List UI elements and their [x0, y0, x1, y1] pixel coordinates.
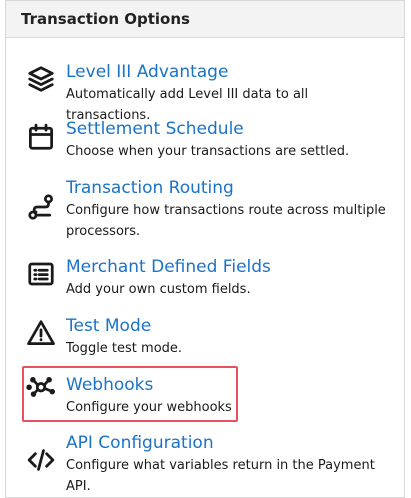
option-title[interactable]: Settlement Schedule [66, 118, 244, 140]
option-title[interactable]: API Configuration [66, 432, 214, 454]
option-title[interactable]: Level III Advantage [66, 61, 228, 83]
option-title[interactable]: Merchant Defined Fields [66, 256, 271, 278]
option-title[interactable]: Transaction Routing [66, 177, 234, 199]
warning-icon [25, 317, 57, 349]
option-description: Toggle test mode. [66, 341, 183, 356]
route-icon [25, 191, 57, 223]
layers-icon [25, 63, 57, 95]
calendar-icon [25, 121, 57, 153]
list-icon [25, 258, 57, 290]
option-title[interactable]: Test Mode [66, 315, 151, 337]
option-description: Choose when your transactions are settle… [66, 144, 350, 159]
option-description: Configure how transactions route across … [66, 203, 386, 239]
option-description: Add your own custom fields. [66, 282, 251, 297]
panel-title: Transaction Options [6, 1, 404, 38]
code-icon [25, 444, 57, 476]
webhooks-highlight-box [22, 366, 238, 422]
option-description: Configure what variables return in the P… [66, 458, 375, 494]
transaction-options-panel: Transaction Options Level III Advantage … [5, 0, 405, 498]
